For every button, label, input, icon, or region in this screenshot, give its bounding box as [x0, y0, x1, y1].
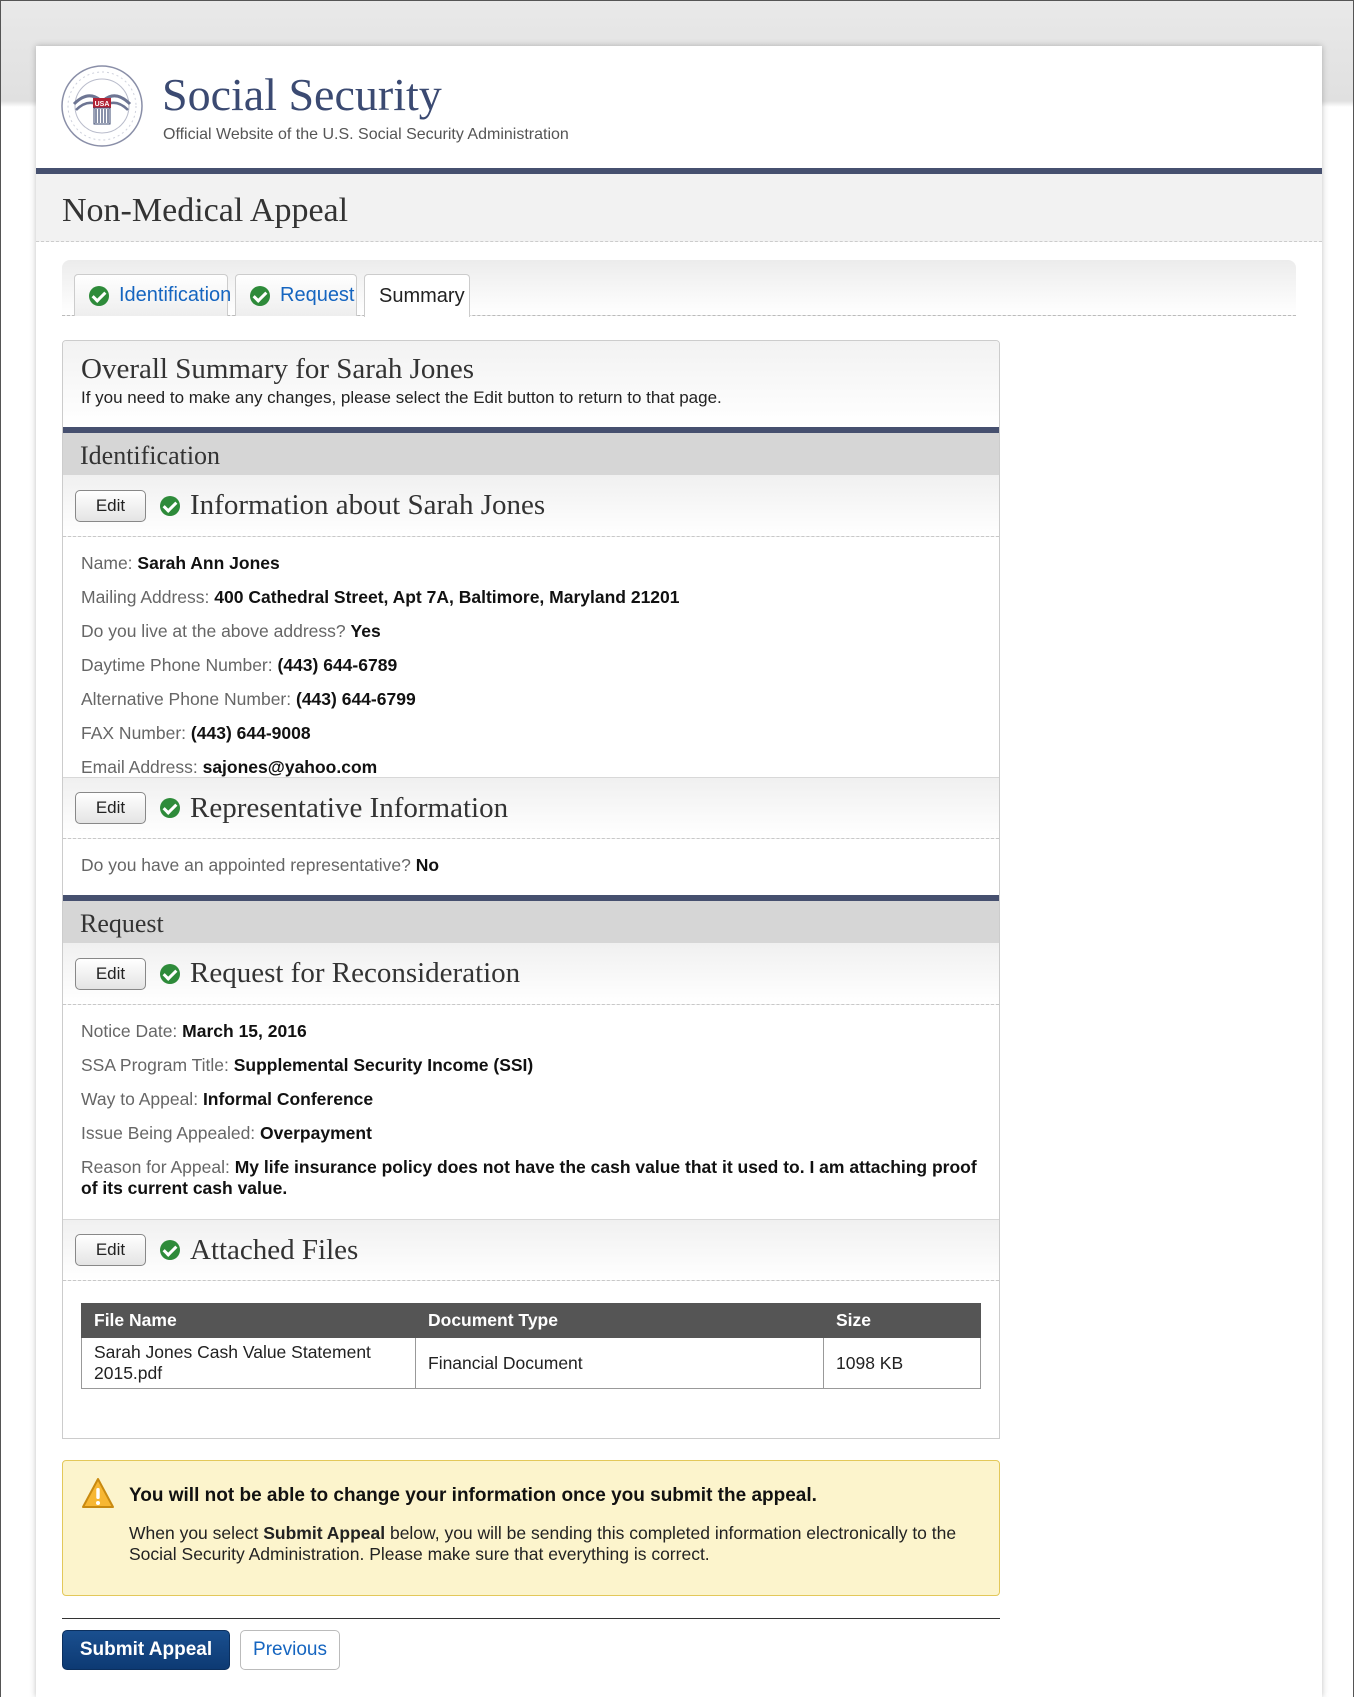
- summary-description: If you need to make any changes, please …: [81, 388, 722, 407]
- field-alternative-phone: Alternative Phone Number: (443) 644-6799: [81, 689, 416, 709]
- warning-body: When you select Submit Appeal below, you…: [129, 1523, 957, 1564]
- edit-files-button[interactable]: Edit: [75, 1234, 146, 1266]
- check-circle-icon: [250, 285, 270, 306]
- check-circle-icon: [160, 495, 180, 516]
- column-header-document-type: Document Type: [415, 1303, 824, 1338]
- svg-text:USA: USA: [95, 101, 110, 108]
- section-identification: Identification: [63, 427, 999, 475]
- warning-icon: [82, 1478, 114, 1508]
- column-header-file-name: File Name: [81, 1303, 416, 1338]
- ssa-seal-logo[interactable]: USA: [60, 64, 144, 148]
- info-subsection-header: Edit Information about Sarah Jones: [63, 475, 999, 537]
- check-circle-icon: [160, 963, 180, 984]
- field-daytime-phone: Daytime Phone Number: (443) 644-6789: [81, 655, 398, 675]
- field-appointed-representative: Do you have an appointed representative?…: [81, 855, 440, 875]
- column-header-size: Size: [823, 1303, 981, 1338]
- field-reason-for-appeal: Reason for Appeal: My life insurance pol…: [81, 1157, 977, 1198]
- section-request: Request: [63, 895, 999, 943]
- tab-identification[interactable]: Identification: [74, 274, 232, 316]
- page-container: USA Social Security Official Website of …: [36, 46, 1322, 1697]
- warning-alert: You will not be able to change your info…: [62, 1460, 1000, 1596]
- submit-appeal-button[interactable]: Submit Appeal: [62, 1630, 230, 1670]
- actions-divider: [62, 1618, 1000, 1619]
- tab-label: Identification: [119, 284, 232, 306]
- field-name: Name: Sarah Ann Jones: [81, 553, 280, 573]
- field-issue-appealed: Issue Being Appealed: Overpayment: [81, 1123, 372, 1143]
- files-subsection-header: Edit Attached Files: [63, 1219, 999, 1281]
- edit-info-button[interactable]: Edit: [75, 489, 146, 522]
- field-program-title: SSA Program Title: Supplemental Security…: [81, 1055, 534, 1075]
- representative-fields: Do you have an appointed representative?…: [63, 839, 999, 895]
- warning-title: You will not be able to change your info…: [129, 1485, 817, 1506]
- cell-document-type: Financial Document: [415, 1337, 824, 1389]
- summary-header: Overall Summary for Sarah Jones If you n…: [63, 341, 999, 427]
- field-notice-date: Notice Date: March 15, 2016: [81, 1021, 307, 1041]
- progress-tabs: Identification Request Summary: [62, 260, 1296, 317]
- tab-request[interactable]: Request: [235, 274, 357, 316]
- tab-label: Summary: [379, 284, 465, 307]
- reconsideration-fields: Notice Date: March 15, 2016 SSA Program …: [63, 1005, 999, 1219]
- representative-subsection-header: Edit Representative Information: [63, 777, 999, 839]
- representative-subsection-title: Representative Information: [190, 791, 509, 824]
- summary-title: Overall Summary for Sarah Jones: [81, 353, 475, 385]
- reconsideration-subsection-header: Edit Request for Reconsideration: [63, 943, 999, 1005]
- field-mailing-address: Mailing Address: 400 Cathedral Street, A…: [81, 587, 680, 607]
- check-circle-icon: [160, 798, 180, 818]
- files-table-wrap: File Name Document Type Size Sarah Jones…: [63, 1281, 999, 1389]
- tab-label: Request: [280, 284, 355, 306]
- check-circle-icon: [89, 285, 109, 306]
- edit-reconsideration-button[interactable]: Edit: [75, 957, 146, 990]
- previous-button[interactable]: Previous: [240, 1630, 340, 1670]
- table-row: Sarah Jones Cash Value Statement 2015.pd…: [81, 1337, 981, 1389]
- files-subsection-title: Attached Files: [190, 1233, 359, 1266]
- check-circle-icon: [160, 1240, 180, 1260]
- cell-file-name: Sarah Jones Cash Value Statement 2015.pd…: [81, 1337, 416, 1389]
- brand-subtitle: Official Website of the U.S. Social Secu…: [163, 126, 569, 143]
- field-way-to-appeal: Way to Appeal: Informal Conference: [81, 1089, 374, 1109]
- reconsideration-subsection-title: Request for Reconsideration: [190, 957, 521, 989]
- table-header-row: File Name Document Type Size: [81, 1303, 981, 1338]
- summary-panel: Overall Summary for Sarah Jones If you n…: [62, 340, 1000, 1439]
- field-fax: FAX Number: (443) 644-9008: [81, 723, 311, 743]
- edit-representative-button[interactable]: Edit: [75, 792, 146, 824]
- tab-summary[interactable]: Summary: [364, 274, 470, 317]
- page-title: Non-Medical Appeal: [62, 192, 349, 229]
- attached-files-table: File Name Document Type Size Sarah Jones…: [81, 1303, 981, 1389]
- info-fields: Name: Sarah Ann Jones Mailing Address: 4…: [63, 537, 999, 777]
- page-title-bar: Non-Medical Appeal: [36, 174, 1322, 242]
- site-header: USA Social Security Official Website of …: [36, 46, 1322, 174]
- brand-title[interactable]: Social Security: [162, 68, 442, 121]
- field-live-at-address: Do you live at the above address? Yes: [81, 621, 381, 641]
- info-subsection-title: Information about Sarah Jones: [190, 489, 546, 521]
- cell-size: 1098 KB: [823, 1337, 981, 1389]
